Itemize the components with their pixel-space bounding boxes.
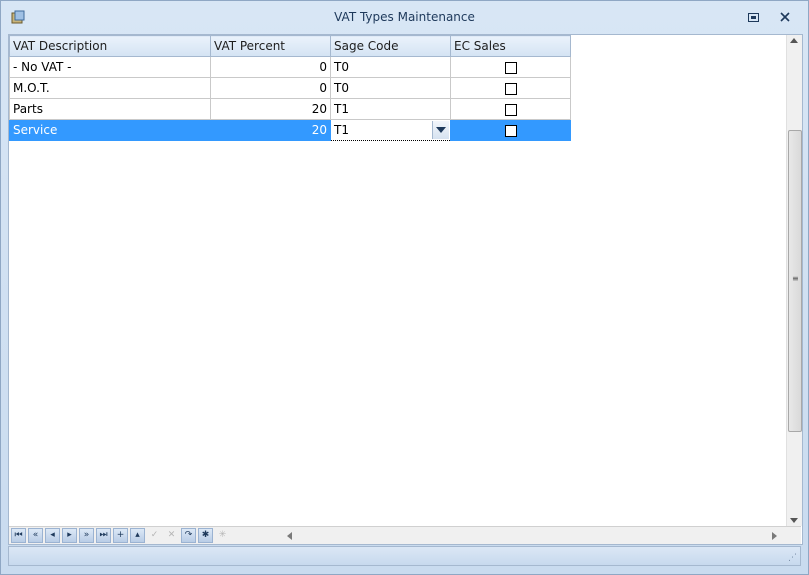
vat-percent-cell[interactable]: 20 — [210, 119, 331, 141]
delete-icon[interactable]: ▴ — [130, 528, 145, 543]
window: VAT Types Maintenance VAT Description VA… — [0, 0, 809, 575]
table-row[interactable]: - No VAT - 0 T0 — [9, 56, 571, 78]
scroll-up-icon[interactable] — [790, 38, 798, 43]
close-icon[interactable] — [776, 9, 794, 25]
next-page-icon[interactable]: » — [79, 528, 94, 543]
ec-sales-checkbox[interactable] — [504, 103, 517, 116]
vat-description-cell[interactable]: Parts — [9, 98, 211, 120]
last-page-icon[interactable]: ⏭ — [96, 528, 111, 543]
vat-percent-cell[interactable]: 0 — [210, 77, 331, 99]
prior-record-icon[interactable]: ◂ — [45, 528, 60, 543]
chevron-down-icon[interactable] — [432, 121, 449, 139]
title-bar[interactable]: VAT Types Maintenance — [1, 1, 808, 33]
sage-code-editor[interactable]: T1 — [330, 119, 451, 141]
vat-description-cell[interactable]: Service — [9, 119, 211, 141]
refresh-icon[interactable]: ↷ — [181, 528, 196, 543]
resize-grip-icon[interactable]: ⋰ — [788, 553, 797, 563]
cancel-icon: ✕ — [167, 530, 176, 540]
window-title: VAT Types Maintenance — [334, 10, 475, 24]
ec-sales-cell[interactable] — [450, 98, 571, 120]
sage-code-cell[interactable]: T1 — [330, 98, 451, 120]
vat-percent-cell[interactable]: 0 — [210, 56, 331, 78]
grip-icon: ≡ — [792, 274, 799, 283]
vertical-scrollbar[interactable]: ≡ — [786, 35, 802, 526]
scroll-thumb[interactable]: ≡ — [788, 130, 802, 432]
insert-icon[interactable]: + — [113, 528, 128, 543]
restore-icon[interactable] — [744, 9, 762, 25]
goto-bookmark-icon: ✳ — [218, 530, 227, 540]
vat-description-cell[interactable]: - No VAT - — [9, 56, 211, 78]
column-header-sage-code[interactable]: Sage Code — [330, 35, 451, 57]
ec-sales-checkbox[interactable] — [504, 82, 517, 95]
sage-code-cell[interactable]: T0 — [330, 56, 451, 78]
column-header-vat-percent[interactable]: VAT Percent — [210, 35, 331, 57]
column-header-ec-sales[interactable]: EC Sales — [450, 35, 571, 57]
vat-description-cell[interactable]: M.O.T. — [9, 77, 211, 99]
next-record-icon[interactable]: ▸ — [62, 528, 77, 543]
vat-types-grid[interactable]: VAT Description VAT Percent Sage Code EC… — [9, 35, 571, 141]
grid-panel: VAT Description VAT Percent Sage Code EC… — [8, 34, 803, 545]
sage-code-cell[interactable]: T0 — [330, 77, 451, 99]
table-row[interactable]: M.O.T. 0 T0 — [9, 77, 571, 99]
column-header-vat-description[interactable]: VAT Description — [9, 35, 211, 57]
status-bar: ⋰ — [8, 546, 801, 566]
ec-sales-cell[interactable] — [450, 56, 571, 78]
ec-sales-cell[interactable] — [450, 119, 571, 141]
table-row[interactable]: Parts 20 T1 — [9, 98, 571, 120]
grid-navigator: ⏮ «◂ ▸» ⏭ + ▴ ✓ ✕ ↷ ✱ ✳ — [9, 526, 801, 544]
ec-sales-cell[interactable] — [450, 77, 571, 99]
scroll-left-icon[interactable] — [287, 532, 292, 540]
ec-sales-checkbox[interactable] — [504, 124, 517, 137]
ec-sales-checkbox[interactable] — [504, 61, 517, 74]
prior-page-icon[interactable]: « — [28, 528, 43, 543]
vat-percent-cell[interactable]: 20 — [210, 98, 331, 120]
scroll-down-icon[interactable] — [790, 518, 798, 523]
scroll-right-icon[interactable] — [772, 532, 777, 540]
post-icon: ✓ — [150, 530, 159, 540]
sage-code-value: T1 — [334, 123, 349, 137]
table-row-selected[interactable]: Service 20 T1 — [9, 119, 571, 141]
first-page-icon[interactable]: ⏮ — [11, 528, 26, 543]
save-bookmark-icon[interactable]: ✱ — [198, 528, 213, 543]
